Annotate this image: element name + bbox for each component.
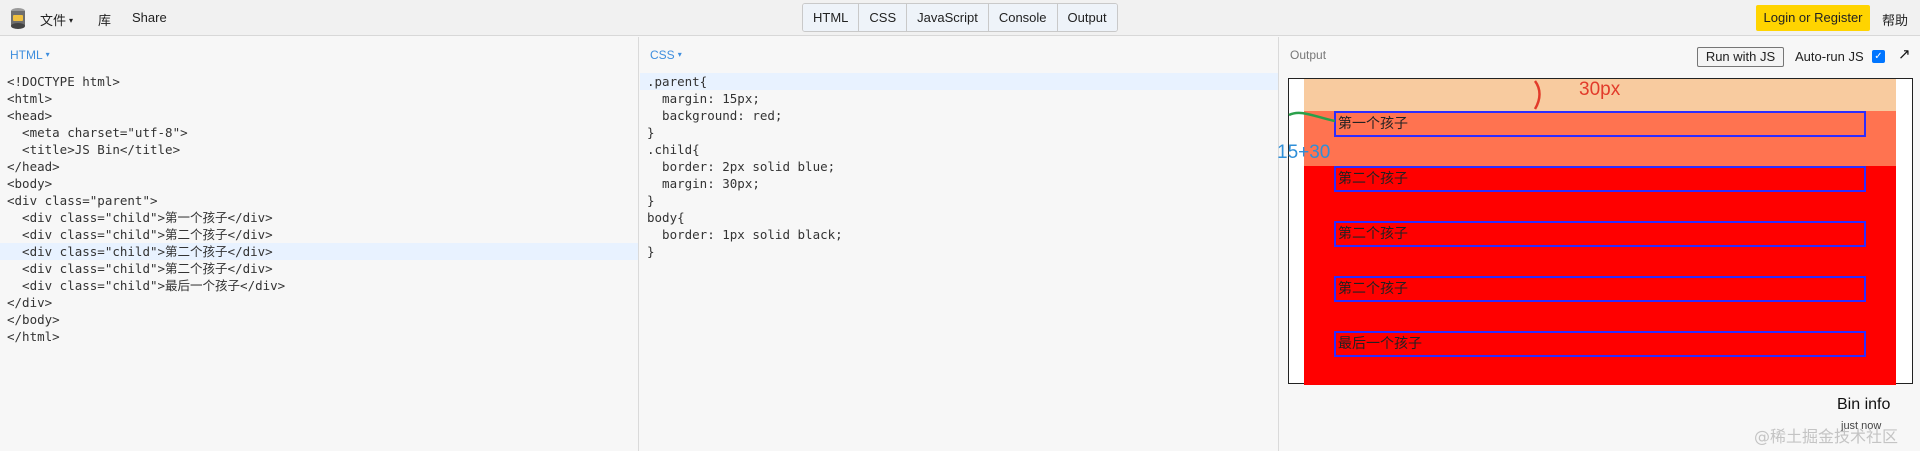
code-line: <!DOCTYPE html>: [7, 74, 120, 89]
run-with-js-button[interactable]: Run with JS: [1697, 47, 1784, 67]
popout-arrow-icon[interactable]: ↗: [1898, 45, 1911, 63]
code-line: <body>: [7, 176, 53, 191]
code-line: <html>: [7, 91, 53, 106]
code-line: border: 2px solid blue;: [647, 159, 836, 174]
code-line: <div class="child">第一个孩子</div>: [7, 210, 273, 225]
child-box-3: 第二个孩子: [1334, 221, 1866, 247]
menu-library[interactable]: 库: [98, 10, 111, 29]
toggle-html[interactable]: HTML: [803, 4, 860, 31]
output-panel-title: Output: [1290, 48, 1327, 62]
code-line: margin: 15px;: [647, 91, 760, 106]
css-panel-label[interactable]: CSS ▾: [650, 48, 682, 62]
html-panel-title: HTML: [10, 48, 43, 62]
code-line: }: [647, 244, 655, 259]
code-line: <div class="child">最后一个孩子</div>: [7, 278, 286, 293]
code-line: <title>JS Bin</title>: [7, 142, 181, 157]
menu-file-label: 文件: [40, 13, 67, 28]
toggle-output[interactable]: Output: [1057, 4, 1117, 31]
code-line-active: <div class="child">第二个孩子</div>: [0, 243, 638, 260]
css-code-editor[interactable]: .parent{ margin: 15px; background: red; …: [640, 73, 1278, 260]
code-line: margin: 30px;: [647, 176, 760, 191]
code-line: </div>: [7, 295, 53, 310]
css-panel-title: CSS: [650, 48, 675, 62]
code-line: body{: [647, 210, 685, 225]
html-panel-label[interactable]: HTML ▾: [10, 48, 50, 62]
help-link[interactable]: 帮助: [1882, 10, 1908, 29]
watermark-text: @稀土掘金技术社区: [1754, 427, 1899, 446]
bin-info-title: Bin info: [1837, 396, 1891, 413]
panel-toggle-group: HTML CSS JavaScript Console Output: [802, 3, 1118, 32]
toggle-javascript[interactable]: JavaScript: [907, 4, 989, 31]
top-toolbar: 文件 ▾ 库 Share HTML CSS JavaScript Console …: [0, 0, 1920, 36]
css-panel: CSS ▾ .parent{ margin: 15px; background: …: [640, 37, 1279, 451]
annotation-15-plus-30: 15+30: [1277, 142, 1331, 163]
chevron-down-icon: ▾: [69, 16, 74, 25]
code-line: <div class="parent">: [7, 193, 158, 208]
toggle-css[interactable]: CSS: [859, 4, 908, 31]
code-line: border: 1px solid black;: [647, 227, 843, 242]
code-line: background: red;: [647, 108, 783, 123]
autorun-label: Auto-run JS: [1795, 49, 1864, 64]
code-line: </body>: [7, 312, 60, 327]
code-line: }: [647, 125, 655, 140]
chevron-down-icon: ▾: [677, 50, 682, 59]
code-line: <div class="child">第二个孩子</div>: [7, 227, 273, 242]
child-box-4: 第二个孩子: [1334, 276, 1866, 302]
chevron-down-icon: ▾: [45, 50, 50, 59]
menu-share[interactable]: Share: [132, 10, 167, 25]
output-preview-frame: 第一个孩子 第二个孩子 第二个孩子 第二个孩子 最后一个孩子 30px 15+3…: [1277, 78, 1913, 385]
code-line: <head>: [7, 108, 53, 123]
code-line: .child{: [647, 142, 700, 157]
html-code-editor[interactable]: <!DOCTYPE html> <html> <head> <meta char…: [0, 73, 638, 345]
checkbox-check-icon: ✓: [1874, 51, 1883, 62]
toggle-console[interactable]: Console: [988, 4, 1058, 31]
code-line: </head>: [7, 159, 60, 174]
output-panel: Output Run with JS Auto-run JS ✓ ↗ 第一个孩子…: [1277, 37, 1920, 451]
autorun-checkbox[interactable]: ✓: [1872, 50, 1885, 63]
annotation-30px: 30px: [1579, 79, 1621, 100]
code-line: <meta charset="utf-8">: [7, 125, 188, 140]
code-line: }: [647, 193, 655, 208]
code-line: <div class="child">第二个孩子</div>: [7, 261, 273, 276]
login-register-button[interactable]: Login or Register: [1756, 5, 1870, 31]
jsbin-logo-icon[interactable]: [9, 6, 27, 30]
code-line-active: .parent{: [640, 73, 1278, 90]
html-panel: HTML ▾ <!DOCTYPE html> <html> <head> <met…: [0, 37, 639, 451]
code-line: </html>: [7, 329, 60, 344]
child-box-5: 最后一个孩子: [1334, 331, 1866, 357]
menu-file[interactable]: 文件 ▾: [40, 10, 73, 29]
